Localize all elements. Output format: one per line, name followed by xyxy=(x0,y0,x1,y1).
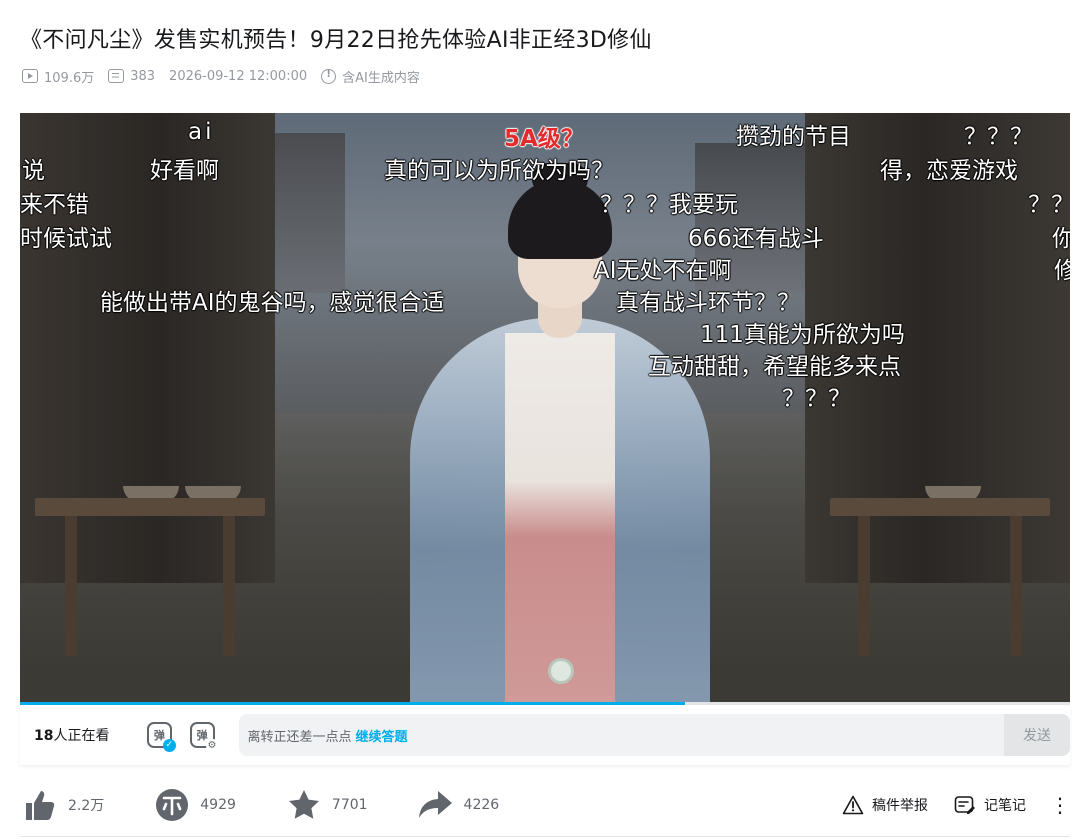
video-meta: 109.6万 383 2026-09-12 12:00:00 含AI生成内容 xyxy=(22,66,434,86)
danmaku-comment: 得，恋爱游戏 xyxy=(880,158,1018,184)
table-left xyxy=(35,486,265,656)
danmaku-comment: 真的可以为所欲为吗？ xyxy=(384,158,614,184)
favorite-count: 7701 xyxy=(331,797,368,813)
character-dress xyxy=(505,333,615,703)
table-leg xyxy=(858,516,870,656)
favorite-button[interactable]: 7701 xyxy=(286,787,368,823)
viewers-indicator: 18人正在看 xyxy=(34,725,147,745)
viewers-count: 18 xyxy=(34,728,54,744)
report-button[interactable]: 稿件举报 xyxy=(842,795,928,815)
share-count: 4226 xyxy=(463,797,500,813)
danmaku-count-value: 383 xyxy=(130,68,156,84)
danmaku-comment: 真有战斗环节？？ xyxy=(616,290,800,316)
danmaku-icon xyxy=(108,69,125,83)
table-top xyxy=(830,498,1050,516)
viewers-label: 人正在看 xyxy=(53,728,110,744)
danmaku-send-bar: 18人正在看 弹 弹 离转正还差一点点 继续答题 发送 xyxy=(20,705,1071,765)
notes-label: 记笔记 xyxy=(984,798,1026,814)
report-label: 稿件举报 xyxy=(872,798,928,814)
danmaku-count: 383 xyxy=(108,69,155,84)
danmaku-comment: 说 xyxy=(22,158,45,184)
continue-quiz-link[interactable]: 继续答题 xyxy=(356,726,408,745)
danmaku-comment: AI无处不在啊 xyxy=(594,258,732,284)
danmaku-comment: 5A级？ xyxy=(504,126,584,152)
character-figure xyxy=(390,163,730,703)
danmaku-comment: 来不错 xyxy=(20,192,89,218)
danmaku-comment: 攒劲的节目 xyxy=(736,124,851,150)
ai-notice-label: 含AI生成内容 xyxy=(342,70,420,86)
danmaku-comment: ？？ xyxy=(1028,192,1070,218)
like-button[interactable]: 2.2万 xyxy=(22,787,104,823)
danmaku-comment: 互动甜甜，希望能多来点 xyxy=(648,354,901,380)
video-player[interactable]: ai 5A级？ 攒劲的节目 ？？？ 说 好看啊 真的可以为所欲为吗？ 得，恋爱游… xyxy=(20,113,1070,703)
coin-count: 4929 xyxy=(200,797,236,813)
ai-notice[interactable]: 含AI生成内容 xyxy=(321,67,420,86)
danmaku-input[interactable]: 离转正还差一点点 继续答题 xyxy=(238,714,1005,756)
danmaku-toggle-button[interactable]: 弹 xyxy=(147,722,176,752)
play-icon xyxy=(22,69,38,83)
danmaku-comment: ？？？我要玩 xyxy=(600,192,738,218)
report-icon xyxy=(842,795,864,815)
video-frame xyxy=(20,113,1070,703)
danmaku-comment: ？？？ xyxy=(964,124,1033,150)
danmaku-settings-button[interactable]: 弹 xyxy=(189,722,219,752)
publish-datetime: 2026-09-12 12:00:00 xyxy=(169,68,308,84)
coin-icon xyxy=(154,787,190,823)
building-left xyxy=(275,133,345,293)
danmaku-comment: 666还有战斗 xyxy=(688,226,824,252)
secondary-actions: 稿件举报 记笔记 ⋮ xyxy=(816,784,1070,826)
table-leg xyxy=(1010,516,1022,656)
more-icon[interactable]: ⋮ xyxy=(1050,795,1070,815)
like-icon xyxy=(22,787,58,823)
table-top xyxy=(35,498,265,516)
danmaku-comment: 好看啊 xyxy=(150,158,219,184)
view-count-value: 109.6万 xyxy=(44,70,95,86)
share-button[interactable]: 4226 xyxy=(418,787,500,823)
share-icon xyxy=(418,787,454,823)
video-title: 《不问凡尘》发售实机预告！9月22日抢先体验AI非正经3D修仙 xyxy=(20,28,652,53)
danmaku-comment: ？？？ xyxy=(782,386,851,412)
like-count: 2.2万 xyxy=(68,798,105,814)
ai-notice-icon xyxy=(321,68,337,84)
view-count: 109.6万 xyxy=(22,67,94,86)
danmaku-comment: 时候试试 xyxy=(20,226,112,252)
table-leg xyxy=(223,516,235,656)
danmaku-comment: 111真能为所欲为吗 xyxy=(700,322,905,348)
notes-button[interactable]: 记笔记 xyxy=(954,795,1026,815)
danmaku-comment: ai xyxy=(188,119,215,145)
favorite-icon xyxy=(286,787,322,823)
danmaku-comment: 修 xyxy=(1054,258,1070,284)
danmaku-comment: 能做出带AI的鬼谷吗，感觉很合适 xyxy=(100,290,445,316)
notes-icon xyxy=(954,796,975,814)
send-button[interactable]: 发送 xyxy=(1004,714,1071,756)
jade-pendant xyxy=(548,658,574,684)
coin-button[interactable]: 4929 xyxy=(154,787,236,823)
divider xyxy=(20,836,1070,837)
table-right xyxy=(830,486,1050,656)
danmaku-input-hint: 离转正还差一点点 xyxy=(247,729,352,745)
danmaku-comment: 你 xyxy=(1052,226,1070,252)
table-leg xyxy=(65,516,77,656)
video-toolbar: 2.2万 4929 7701 4226 稿件举报 记笔记 ⋮ xyxy=(22,784,1070,826)
